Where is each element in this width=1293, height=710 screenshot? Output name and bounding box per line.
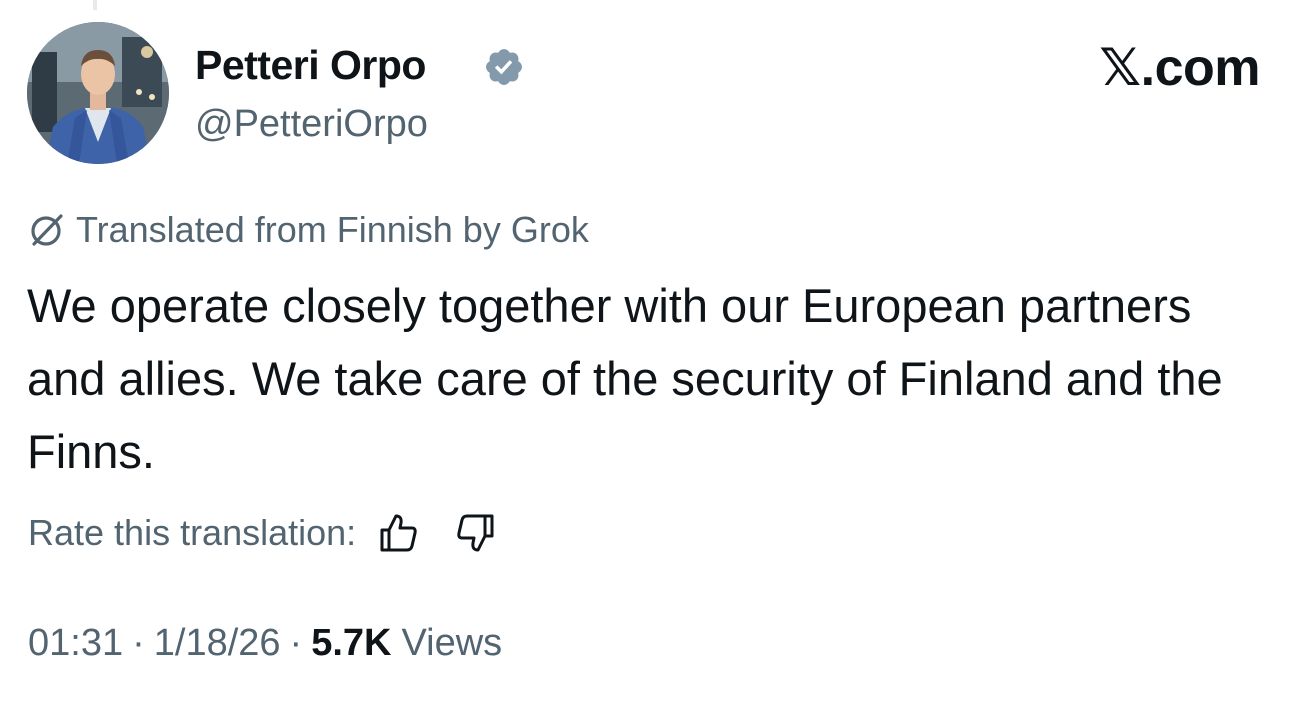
author-handle[interactable]: @PetteriOrpo: [195, 100, 428, 148]
thread-connector-line: [93, 0, 97, 10]
verified-badge-icon: [486, 49, 522, 85]
meta-separator: ·: [132, 621, 145, 664]
avatar-photo: [27, 22, 169, 164]
thumbs-down-icon[interactable]: [452, 510, 498, 556]
rate-translation: Rate this translation:: [28, 509, 498, 557]
views-label: Views: [401, 621, 503, 664]
tweet-meta: 01:31 · 1/18/26 · 5.7K Views: [28, 618, 502, 668]
tweet-text: We operate closely together with our Eur…: [27, 279, 1223, 478]
x-brand-logo: 𝕏.com: [1099, 39, 1260, 97]
translation-notice-text: Translated from Finnish by Grok: [76, 209, 589, 250]
author-display-name[interactable]: Petteri Orpo: [195, 40, 426, 90]
rate-translation-label: Rate this translation:: [28, 512, 357, 553]
views-count: 5.7K: [311, 621, 392, 664]
avatar[interactable]: [27, 22, 169, 164]
tweet-time[interactable]: 01:31: [28, 622, 123, 665]
meta-separator: ·: [289, 621, 303, 664]
translation-notice: Translated from Finnish by Grok: [28, 207, 589, 253]
tweet-date[interactable]: 1/18/26: [154, 622, 281, 665]
grok-icon: [31, 214, 63, 246]
thumbs-up-icon[interactable]: [376, 510, 422, 556]
